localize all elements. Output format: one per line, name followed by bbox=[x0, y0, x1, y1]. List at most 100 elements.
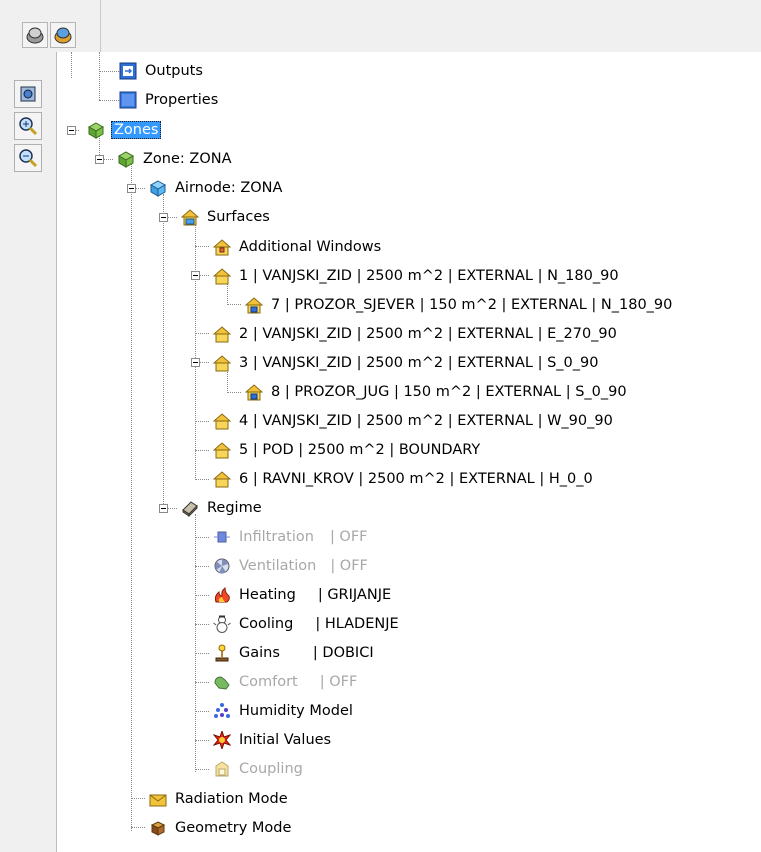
tree-item-label: Geometry Mode bbox=[175, 820, 292, 836]
wall-icon bbox=[213, 267, 231, 285]
green-cube-icon bbox=[117, 150, 135, 168]
tree-item-gains[interactable]: Gains | DOBICI bbox=[213, 642, 374, 664]
tree-item-label: 5 | POD | 2500 m^2 | BOUNDARY bbox=[239, 442, 481, 458]
tree-item-value: | DOBICI bbox=[312, 645, 374, 661]
tree-item-label: 3 | VANJSKI_ZID | 2500 m^2 | EXTERNAL | … bbox=[239, 355, 599, 371]
top-toolbar bbox=[0, 0, 761, 53]
zoom-out-icon[interactable] bbox=[14, 144, 42, 172]
cube-zoom-icon[interactable] bbox=[14, 80, 42, 108]
zoom-in-icon[interactable] bbox=[14, 112, 42, 140]
tree-item-surface-5[interactable]: 5 | POD | 2500 m^2 | BOUNDARY bbox=[213, 439, 482, 461]
tree-item-ventilation[interactable]: Ventilation | OFF bbox=[213, 555, 368, 577]
zone-expander[interactable] bbox=[95, 155, 104, 164]
window-icon bbox=[245, 383, 263, 401]
tree-item-label: 6 | RAVNI_KROV | 2500 m^2 | EXTERNAL | H… bbox=[239, 471, 593, 487]
tree-item-initial-values[interactable]: Initial Values bbox=[213, 729, 333, 751]
roof-icon bbox=[213, 470, 231, 488]
tree-item-label: Surfaces bbox=[207, 209, 270, 225]
tree-item-surface-3[interactable]: 3 | VANJSKI_ZID | 2500 m^2 | EXTERNAL | … bbox=[213, 352, 600, 374]
tree-item-infiltration[interactable]: Infiltration | OFF bbox=[213, 526, 368, 548]
tree-item-value: | OFF bbox=[319, 674, 358, 690]
tree-item-comfort[interactable]: Comfort | OFF bbox=[213, 671, 357, 693]
tree-item-label: Radiation Mode bbox=[175, 791, 288, 807]
tree-item-label: Heating bbox=[239, 587, 296, 603]
tree-item-properties[interactable]: Properties bbox=[119, 89, 220, 111]
tree-item-label: 8 | PROZOR_JUG | 150 m^2 | EXTERNAL | S_… bbox=[271, 384, 627, 400]
tree-item-regime[interactable]: Regime bbox=[181, 497, 264, 519]
green-cube-icon bbox=[87, 121, 105, 139]
tree-item-surface-7[interactable]: 7 | PROZOR_SJEVER | 150 m^2 | EXTERNAL |… bbox=[245, 294, 674, 316]
tree-item-label: 4 | VANJSKI_ZID | 2500 m^2 | EXTERNAL | … bbox=[239, 413, 613, 429]
book-icon bbox=[181, 499, 199, 517]
tree-item-label: 2 | VANJSKI_ZID | 2500 m^2 | EXTERNAL | … bbox=[239, 326, 617, 342]
properties-icon bbox=[119, 91, 137, 109]
tree-item-heating[interactable]: Heating | GRIJANJE bbox=[213, 584, 391, 606]
fire-icon bbox=[213, 586, 231, 604]
tree-item-label: Infiltration bbox=[239, 529, 314, 545]
surface-1-expander[interactable] bbox=[191, 271, 200, 280]
tree-item-label: Gains bbox=[239, 645, 280, 661]
tree-item-label: 7 | PROZOR_SJEVER | 150 m^2 | EXTERNAL |… bbox=[271, 297, 673, 313]
tree-item-additional-windows[interactable]: Additional Windows bbox=[213, 236, 383, 258]
coupling-icon bbox=[213, 760, 231, 778]
lamp-icon bbox=[213, 644, 231, 662]
tree-item-label: 1 | VANJSKI_ZID | 2500 m^2 | EXTERNAL | … bbox=[239, 268, 619, 284]
tree-item-label: Additional Windows bbox=[239, 239, 382, 255]
tree-item-label: Humidity Model bbox=[239, 703, 353, 719]
outputs-icon bbox=[119, 62, 137, 80]
tree-item-label: Regime bbox=[207, 500, 262, 516]
toolbar-separator bbox=[100, 0, 101, 52]
tree-item-label: Zone: ZONA bbox=[143, 151, 232, 167]
envelope-icon bbox=[149, 790, 167, 808]
tree-item-label: Zones bbox=[111, 121, 162, 139]
tree-item-label: Initial Values bbox=[239, 732, 332, 748]
tree-item-label: Cooling bbox=[239, 616, 294, 632]
tree-item-radiation-mode[interactable]: Radiation Mode bbox=[149, 788, 290, 810]
tree-item-value: | OFF bbox=[329, 529, 368, 545]
tree-item-label: Coupling bbox=[239, 761, 303, 777]
tree-item-coupling[interactable]: Coupling bbox=[213, 758, 305, 780]
blue-cube-icon bbox=[149, 179, 167, 197]
left-toolbar bbox=[0, 52, 57, 852]
tree-item-surface-8[interactable]: 8 | PROZOR_JUG | 150 m^2 | EXTERNAL | S_… bbox=[245, 381, 629, 403]
tree-item-surfaces[interactable]: Surfaces bbox=[181, 206, 272, 228]
wall-icon bbox=[213, 354, 231, 372]
window-icon bbox=[245, 296, 263, 314]
grey-sphere-icon[interactable] bbox=[22, 22, 48, 48]
house-window-icon bbox=[213, 238, 231, 256]
wall-icon bbox=[213, 325, 231, 343]
surface-3-expander[interactable] bbox=[191, 358, 200, 367]
tree-item-value: | HLADENJE bbox=[315, 616, 399, 632]
tree-item-geometry-mode[interactable]: Geometry Mode bbox=[149, 817, 293, 839]
tree-item-zone[interactable]: Zone: ZONA bbox=[117, 148, 234, 170]
tree-item-label: Properties bbox=[145, 92, 219, 108]
tree-item-surface-6[interactable]: 6 | RAVNI_KROV | 2500 m^2 | EXTERNAL | H… bbox=[213, 468, 595, 490]
tree-item-airnode[interactable]: Airnode: ZONA bbox=[149, 177, 284, 199]
tree-item-outputs[interactable]: Outputs bbox=[119, 60, 205, 82]
wall-icon bbox=[213, 412, 231, 430]
brown-cube-icon bbox=[149, 819, 167, 837]
airnode-expander[interactable] bbox=[127, 184, 136, 193]
snowman-icon bbox=[213, 615, 231, 633]
tree-item-value: | OFF bbox=[330, 558, 368, 574]
colored-sphere-icon[interactable] bbox=[50, 22, 76, 48]
zones-expander[interactable] bbox=[67, 126, 76, 135]
droplets-icon bbox=[213, 702, 231, 720]
infiltration-icon bbox=[213, 528, 231, 546]
surfaces-expander[interactable] bbox=[159, 213, 168, 222]
tree-view[interactable]: Outputs Properties Zones Zone: ZONA Airn… bbox=[57, 52, 761, 852]
tree-item-label: Outputs bbox=[145, 63, 203, 79]
tree-item-surface-1[interactable]: 1 | VANJSKI_ZID | 2500 m^2 | EXTERNAL | … bbox=[213, 265, 621, 287]
tree-item-cooling[interactable]: Cooling | HLADENJE bbox=[213, 613, 399, 635]
tree-item-humidity-model[interactable]: Humidity Model bbox=[213, 700, 355, 722]
tree-item-surface-2[interactable]: 2 | VANJSKI_ZID | 2500 m^2 | EXTERNAL | … bbox=[213, 323, 619, 345]
starburst-icon bbox=[213, 731, 231, 749]
regime-expander[interactable] bbox=[159, 504, 168, 513]
fan-icon bbox=[213, 557, 231, 575]
tree-item-label: Airnode: ZONA bbox=[175, 180, 283, 196]
tree-item-label: Comfort bbox=[239, 674, 298, 690]
tree-item-label: Ventilation bbox=[239, 558, 317, 574]
tree-item-zones[interactable]: Zones bbox=[87, 119, 162, 141]
tree-item-surface-4[interactable]: 4 | VANJSKI_ZID | 2500 m^2 | EXTERNAL | … bbox=[213, 410, 615, 432]
house-icon bbox=[181, 208, 199, 226]
